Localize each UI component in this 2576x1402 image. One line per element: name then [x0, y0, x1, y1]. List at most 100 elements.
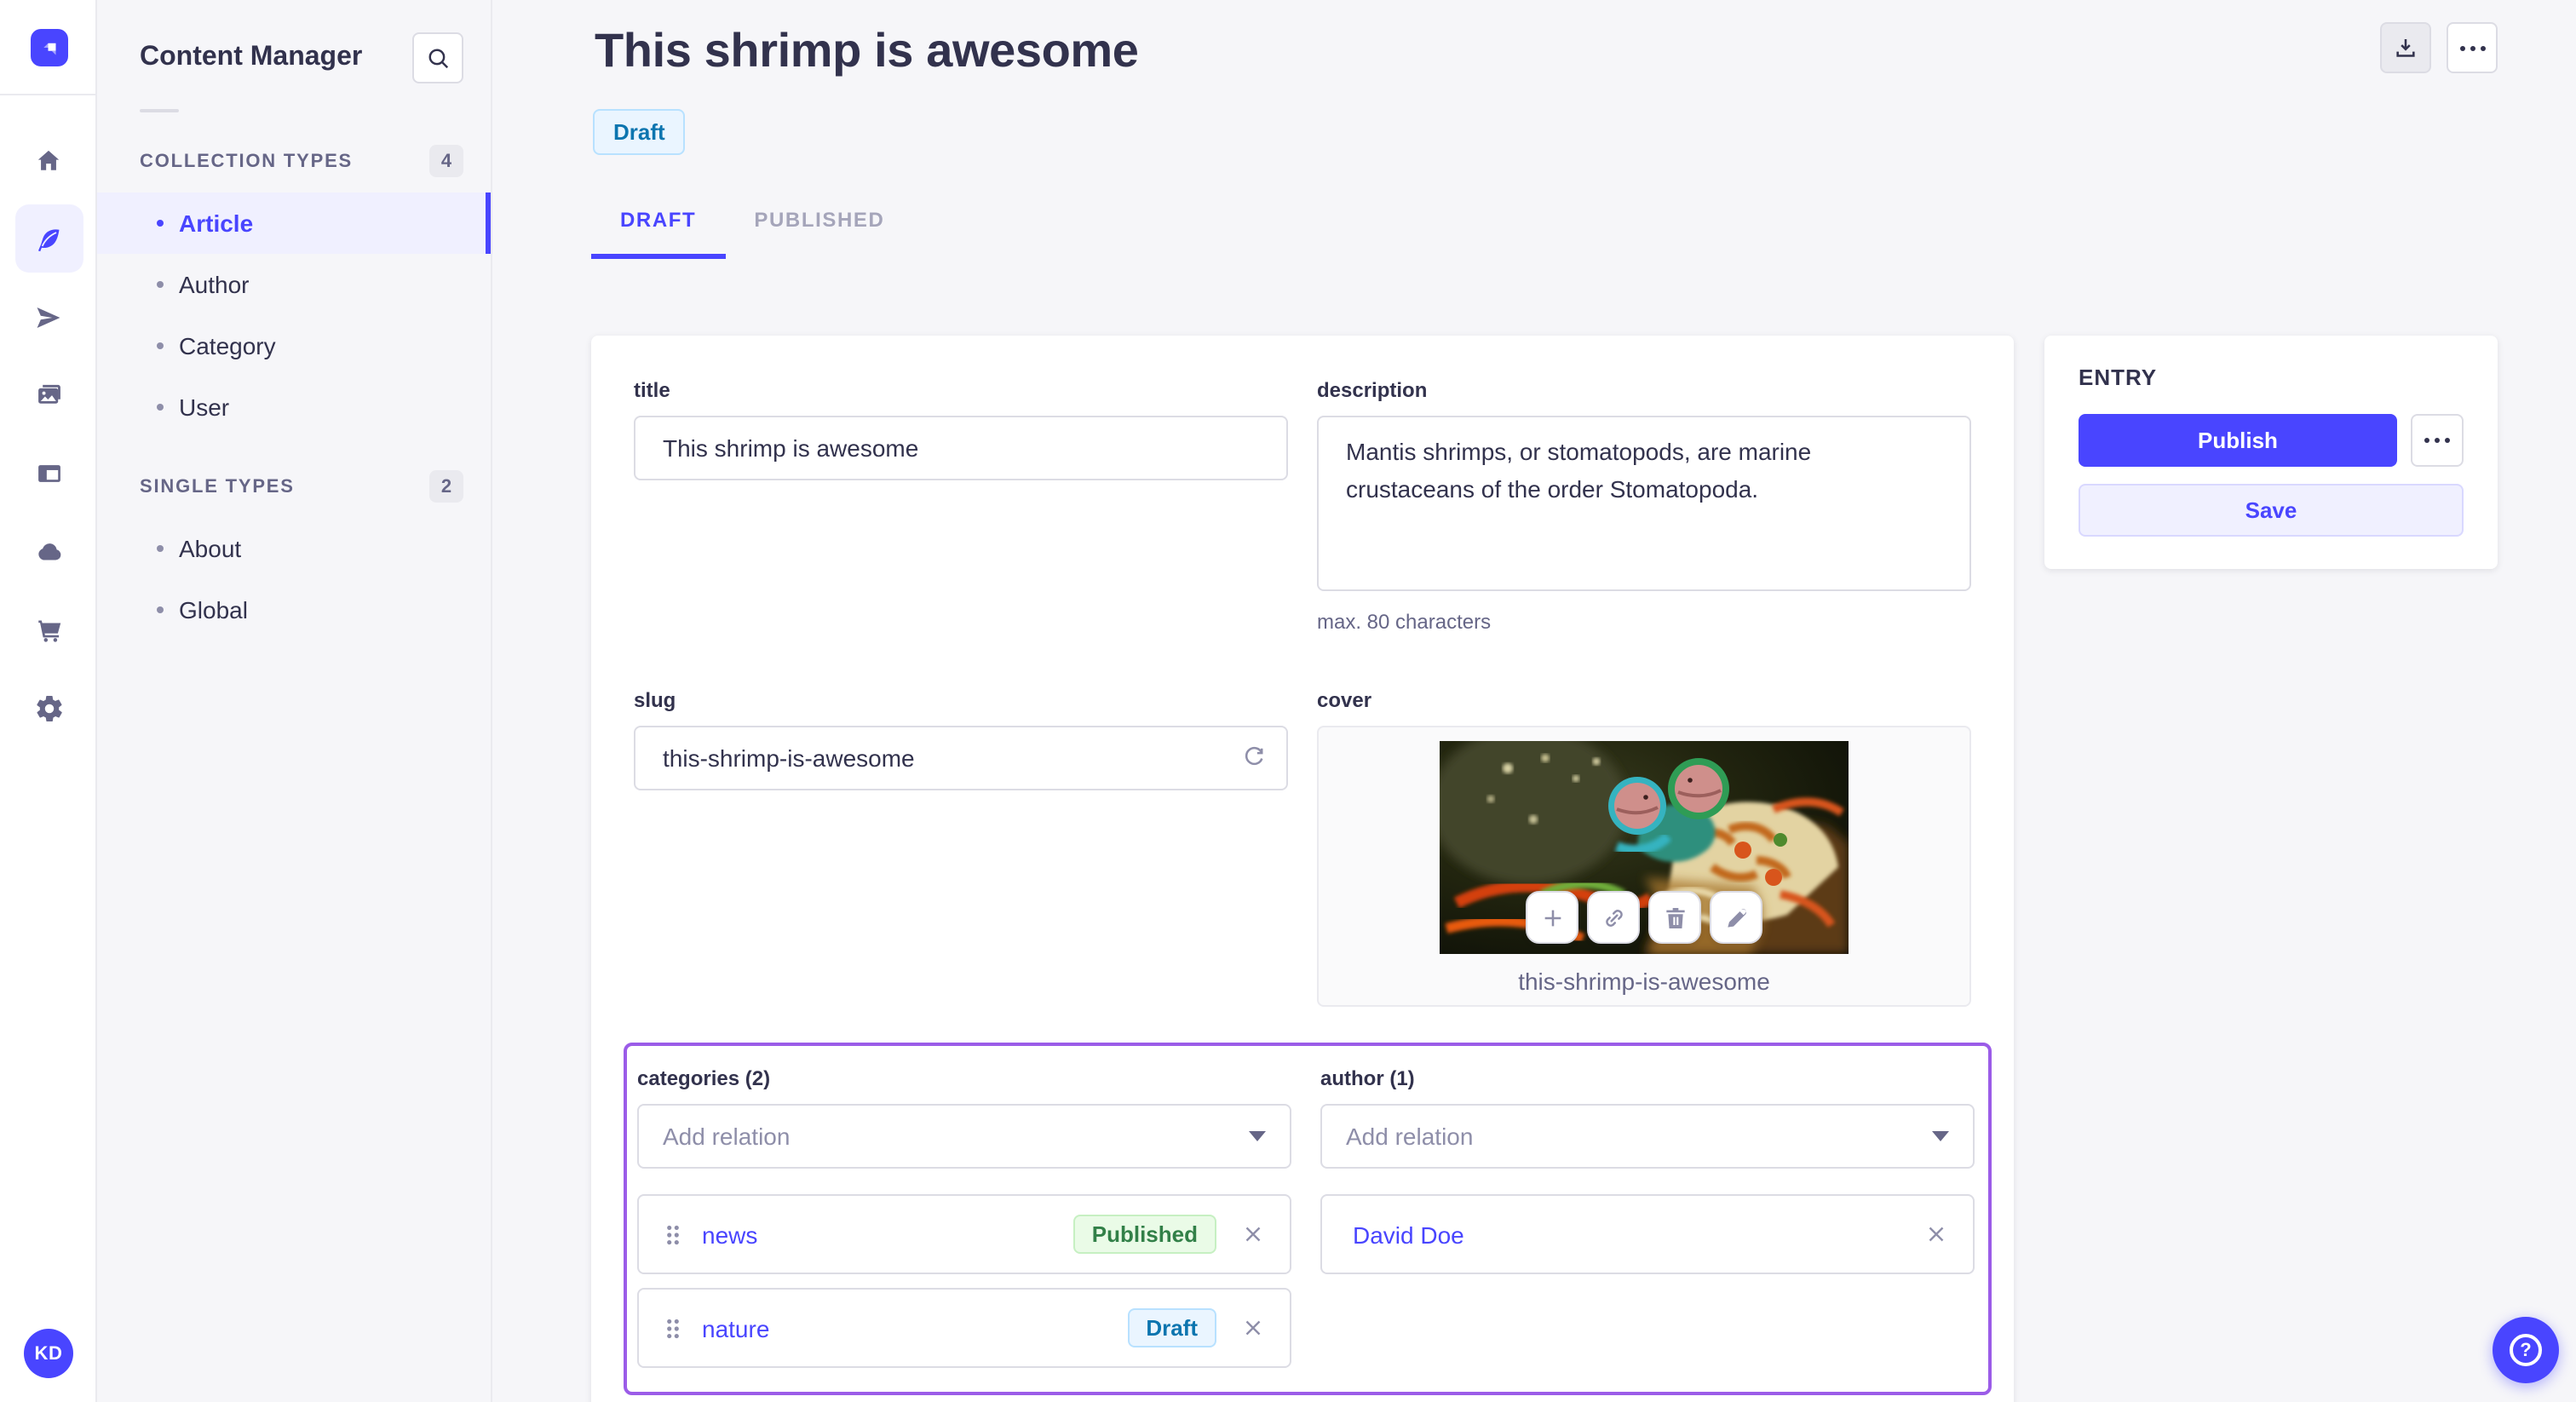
content-manager-icon[interactable] — [14, 204, 83, 273]
cover-add-button[interactable] — [1526, 891, 1578, 944]
search-button[interactable] — [412, 32, 463, 83]
tab-draft[interactable]: DRAFT — [591, 208, 726, 259]
bullet-icon — [157, 220, 164, 227]
sidebar-item-label: Category — [179, 332, 276, 359]
description-field-label: description — [1317, 378, 1428, 402]
marketplace-cart-icon[interactable] — [14, 596, 83, 664]
close-icon — [1245, 1227, 1261, 1242]
field-description: description Mantis shrimps, or stomatopo… — [1317, 378, 1971, 634]
bullet-icon — [157, 342, 164, 349]
relation-link[interactable]: nature — [702, 1314, 769, 1342]
chevron-down-icon — [1932, 1131, 1949, 1141]
cover-actions — [1526, 891, 1762, 944]
publish-button[interactable]: Publish — [2079, 414, 2397, 467]
add-relation-placeholder: Add relation — [1346, 1123, 1474, 1150]
relation-row-david-doe: David Doe — [1320, 1194, 1975, 1274]
bullet-icon — [157, 545, 164, 552]
sidebar-item-label: Article — [179, 210, 254, 237]
close-icon — [1929, 1227, 1944, 1242]
pencil-icon — [1727, 908, 1745, 927]
regenerate-slug-button[interactable] — [1233, 738, 1274, 779]
cover-field-label: cover — [1317, 688, 1372, 712]
cover-edit-button[interactable] — [1710, 891, 1762, 944]
cover-image[interactable] — [1440, 741, 1849, 954]
field-author: author (1) Add relation David Doe — [1320, 1066, 1975, 1368]
user-avatar[interactable]: KD — [24, 1329, 73, 1378]
title-field-label: title — [634, 378, 670, 402]
remove-relation-button[interactable] — [1240, 1221, 1266, 1247]
strapi-logo[interactable] — [31, 29, 68, 66]
relation-status-badge: Published — [1072, 1215, 1216, 1254]
sidebar-item-label: Author — [179, 271, 250, 298]
field-cover: cover this-shrimp-is-awesome — [1317, 688, 1971, 1007]
cover-delete-button[interactable] — [1648, 891, 1701, 944]
version-tabs: DRAFT PUBLISHED — [591, 208, 913, 259]
categories-field-label: categories (2) — [637, 1066, 771, 1090]
title-input[interactable] — [634, 416, 1288, 480]
drag-handle-icon[interactable] — [663, 1221, 683, 1248]
home-icon[interactable] — [14, 126, 83, 194]
sidebar-item-label: User — [179, 394, 230, 421]
slug-input[interactable] — [634, 726, 1288, 790]
header-more-options-button[interactable] — [2447, 22, 2498, 73]
rail-divider — [0, 94, 95, 95]
entry-more-options-button[interactable] — [2411, 414, 2464, 467]
entry-panel-title: ENTRY — [2079, 365, 2158, 390]
link-icon — [1605, 909, 1622, 926]
sidebar-item-label: About — [179, 535, 242, 562]
export-download-button[interactable] — [2380, 22, 2431, 73]
app-icon-rail: KD — [0, 0, 97, 1402]
sidebar-item-global[interactable]: Global — [97, 579, 491, 641]
cover-copy-link-button[interactable] — [1587, 891, 1640, 944]
remove-relation-button[interactable] — [1923, 1221, 1949, 1247]
author-add-relation-combobox[interactable]: Add relation — [1320, 1104, 1975, 1169]
tab-published[interactable]: PUBLISHED — [725, 208, 913, 259]
status-badge: Draft — [593, 109, 686, 155]
relation-row-news: news Published — [637, 1194, 1291, 1274]
content-type-builder-icon[interactable] — [14, 440, 83, 508]
sidebar-item-category[interactable]: Category — [97, 315, 491, 376]
deploy-cloud-icon[interactable] — [14, 518, 83, 586]
field-slug: slug — [634, 688, 1288, 1007]
edit-form-card: title description Mantis shrimps, or sto… — [591, 336, 2014, 1402]
page-title: This shrimp is awesome — [595, 24, 1139, 77]
relation-link[interactable]: David Doe — [1353, 1221, 1464, 1248]
help-button[interactable]: ? — [2493, 1317, 2559, 1383]
description-hint: max. 80 characters — [1317, 610, 1492, 634]
download-icon — [2396, 39, 2415, 57]
relation-row-nature: nature Draft — [637, 1288, 1291, 1368]
chevron-down-icon — [1249, 1131, 1266, 1141]
sidebar-item-user[interactable]: User — [97, 376, 491, 438]
bullet-icon — [157, 281, 164, 288]
relations-highlight-zone: categories (2) Add relation news Publish… — [624, 1043, 1992, 1395]
more-options-icon — [2459, 45, 2485, 50]
trash-icon — [1665, 907, 1684, 928]
question-mark-icon: ? — [2510, 1334, 2542, 1366]
categories-add-relation-combobox[interactable]: Add relation — [637, 1104, 1291, 1169]
author-field-label: author (1) — [1320, 1066, 1415, 1090]
close-icon — [1245, 1320, 1261, 1336]
plus-icon — [1544, 909, 1561, 926]
media-library-icon[interactable] — [14, 361, 83, 429]
cover-upload-panel: this-shrimp-is-awesome — [1317, 726, 1971, 1007]
strapi-logo-mark — [43, 42, 55, 55]
bullet-icon — [157, 404, 164, 411]
section-label-single-types: SINGLE TYPES — [140, 476, 295, 497]
sidebar-item-about[interactable]: About — [97, 518, 491, 579]
refresh-icon — [1245, 746, 1263, 766]
relation-link[interactable]: news — [702, 1221, 757, 1248]
search-icon — [428, 48, 448, 68]
strapi-app: KD Content Manager COLLECTION TYPES 4 Ar… — [0, 0, 2576, 1402]
content-manager-subnav: Content Manager COLLECTION TYPES 4 Artic… — [97, 0, 492, 1402]
save-button[interactable]: Save — [2079, 484, 2464, 537]
description-textarea[interactable]: Mantis shrimps, or stomatopods, are mari… — [1317, 416, 1971, 591]
subnav-title: Content Manager — [140, 43, 363, 72]
relation-status-badge: Draft — [1127, 1308, 1216, 1347]
remove-relation-button[interactable] — [1240, 1315, 1266, 1341]
sidebar-item-author[interactable]: Author — [97, 254, 491, 315]
drag-handle-icon[interactable] — [663, 1314, 683, 1342]
settings-gear-icon[interactable] — [14, 675, 83, 743]
sidebar-item-article[interactable]: Article — [97, 192, 491, 254]
subnav-separator — [140, 109, 179, 112]
send-icon[interactable] — [14, 283, 83, 351]
